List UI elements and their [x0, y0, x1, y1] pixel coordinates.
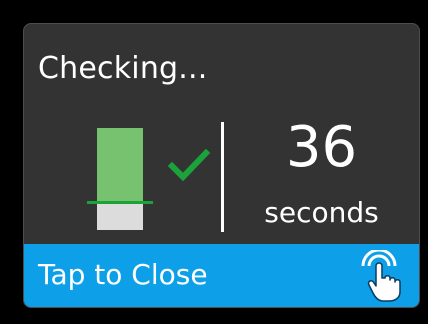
level-fill [97, 128, 143, 203]
countdown-value: 36 [285, 115, 358, 180]
tap-to-close-button[interactable]: Tap to Close [24, 244, 419, 307]
level-indicator [87, 128, 153, 230]
divider [221, 122, 224, 232]
checking-dialog: Checking... 36 seconds Tap to Close [23, 23, 420, 308]
threshold-line [87, 201, 153, 204]
countdown-unit: seconds [264, 196, 379, 229]
checkmark-icon [168, 148, 210, 182]
tap-hand-icon [361, 250, 401, 302]
status-title: Checking... [38, 51, 208, 86]
level-empty [97, 203, 143, 230]
tap-to-close-label: Tap to Close [38, 258, 208, 291]
